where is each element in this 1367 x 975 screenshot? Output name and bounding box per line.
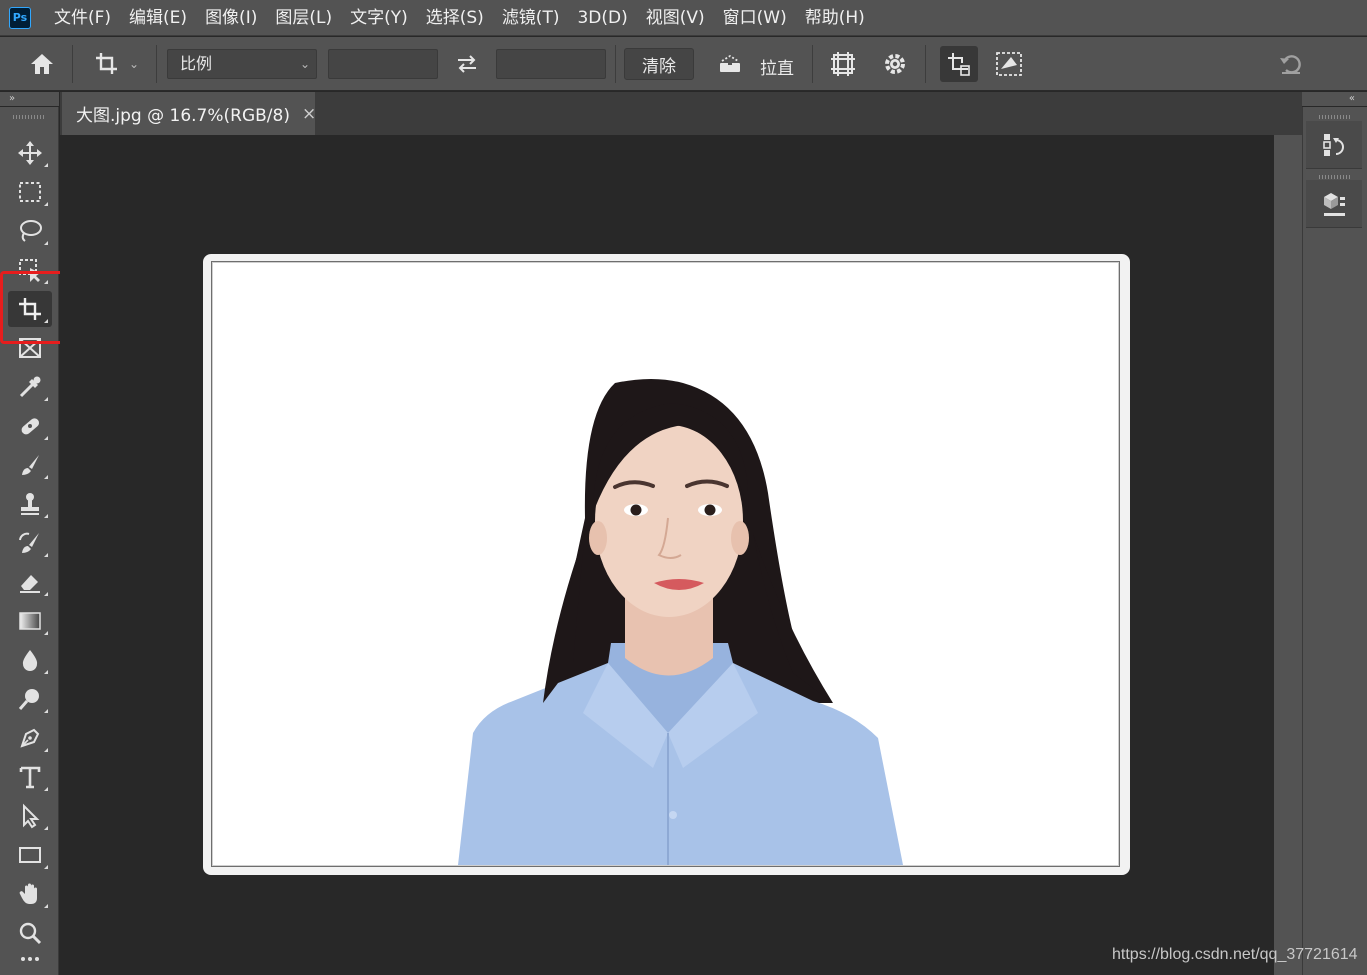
menu-filter[interactable]: 滤镜(T) xyxy=(493,0,569,36)
crop-boundary[interactable] xyxy=(211,261,1120,867)
chevron-down-icon: ⌄ xyxy=(128,57,140,71)
document-tab[interactable]: 大图.jpg @ 16.7%(RGB/8) × xyxy=(62,92,316,135)
ratio-select[interactable]: 比例 ⌄ xyxy=(167,49,317,79)
3d-panel-icon[interactable] xyxy=(1306,180,1362,228)
type-tool[interactable] xyxy=(8,759,52,795)
pen-tool[interactable] xyxy=(8,720,52,756)
menu-3d[interactable]: 3D(D) xyxy=(568,0,636,36)
more-tools[interactable] xyxy=(8,954,52,974)
lasso-tool[interactable] xyxy=(8,213,52,249)
options-bar: ⌄ 比例 ⌄ 清除 拉直 xyxy=(0,37,1367,91)
panel-grip[interactable] xyxy=(1319,115,1351,119)
eraser-tool[interactable] xyxy=(8,564,52,600)
zoom-tool[interactable] xyxy=(8,915,52,951)
move-tool[interactable] xyxy=(8,135,52,171)
healing-brush-tool[interactable] xyxy=(8,408,52,444)
history-brush-tool[interactable] xyxy=(8,525,52,561)
clone-stamp-tool[interactable] xyxy=(8,486,52,522)
panel-collapse-button[interactable]: « xyxy=(1302,92,1367,106)
toolbar-grip[interactable] xyxy=(13,115,45,119)
overlay-grid-icon[interactable] xyxy=(826,48,860,80)
close-icon[interactable]: × xyxy=(302,104,316,124)
menu-image[interactable]: 图像(I) xyxy=(196,0,266,36)
history-panel-icon[interactable] xyxy=(1306,121,1362,169)
content-aware-icon[interactable] xyxy=(992,48,1026,80)
right-panel-dock xyxy=(1302,107,1367,975)
panel-grip[interactable] xyxy=(1319,175,1351,179)
swap-dimensions-icon[interactable] xyxy=(450,49,484,79)
path-selection-tool[interactable] xyxy=(8,798,52,834)
menu-layer[interactable]: 图层(L) xyxy=(266,0,341,36)
dodge-tool[interactable] xyxy=(8,681,52,717)
menu-select[interactable]: 选择(S) xyxy=(417,0,493,36)
menu-help[interactable]: 帮助(H) xyxy=(796,0,874,36)
straighten-label[interactable]: 拉直 xyxy=(760,54,794,79)
marquee-tool[interactable] xyxy=(8,174,52,210)
menu-type[interactable]: 文字(Y) xyxy=(341,0,417,36)
photoshop-logo-icon[interactable]: Ps xyxy=(9,6,31,29)
gear-icon[interactable] xyxy=(878,48,912,80)
menu-view[interactable]: 视图(V) xyxy=(637,0,714,36)
menu-file[interactable]: 文件(F) xyxy=(45,0,120,36)
rectangle-tool[interactable] xyxy=(8,837,52,873)
brush-tool[interactable] xyxy=(8,447,52,483)
width-field[interactable] xyxy=(328,49,438,79)
reset-icon[interactable] xyxy=(1274,49,1308,79)
eyedropper-tool[interactable] xyxy=(8,369,52,405)
chevron-down-icon: ⌄ xyxy=(299,57,310,71)
menu-edit[interactable]: 编辑(E) xyxy=(120,0,196,36)
blur-tool[interactable] xyxy=(8,642,52,678)
home-icon[interactable] xyxy=(22,49,62,79)
tool-preset-picker[interactable]: ⌄ xyxy=(86,47,146,81)
ratio-select-value: 比例 xyxy=(180,54,213,73)
height-field[interactable] xyxy=(496,49,606,79)
menu-window[interactable]: 窗口(W) xyxy=(714,0,796,36)
document-tab-title: 大图.jpg @ 16.7%(RGB/8) xyxy=(76,106,290,126)
straighten-icon[interactable] xyxy=(712,49,748,79)
crop-icon xyxy=(95,53,117,74)
delete-cropped-pixels-icon[interactable] xyxy=(940,46,978,82)
vertical-scrollbar[interactable] xyxy=(1274,135,1302,975)
gradient-tool[interactable] xyxy=(8,603,52,639)
menu-bar: Ps 文件(F) 编辑(E) 图像(I) 图层(L) 文字(Y) 选择(S) 滤… xyxy=(0,0,1367,36)
watermark-text: https://blog.csdn.net/qq_37721614 xyxy=(1112,946,1358,963)
toolbar-collapse-button[interactable]: » xyxy=(0,92,59,106)
toolbar xyxy=(0,107,59,975)
document-tab-bar: 大图.jpg @ 16.7%(RGB/8) × xyxy=(60,92,1302,135)
hand-tool[interactable] xyxy=(8,876,52,912)
clear-button[interactable]: 清除 xyxy=(624,48,694,80)
